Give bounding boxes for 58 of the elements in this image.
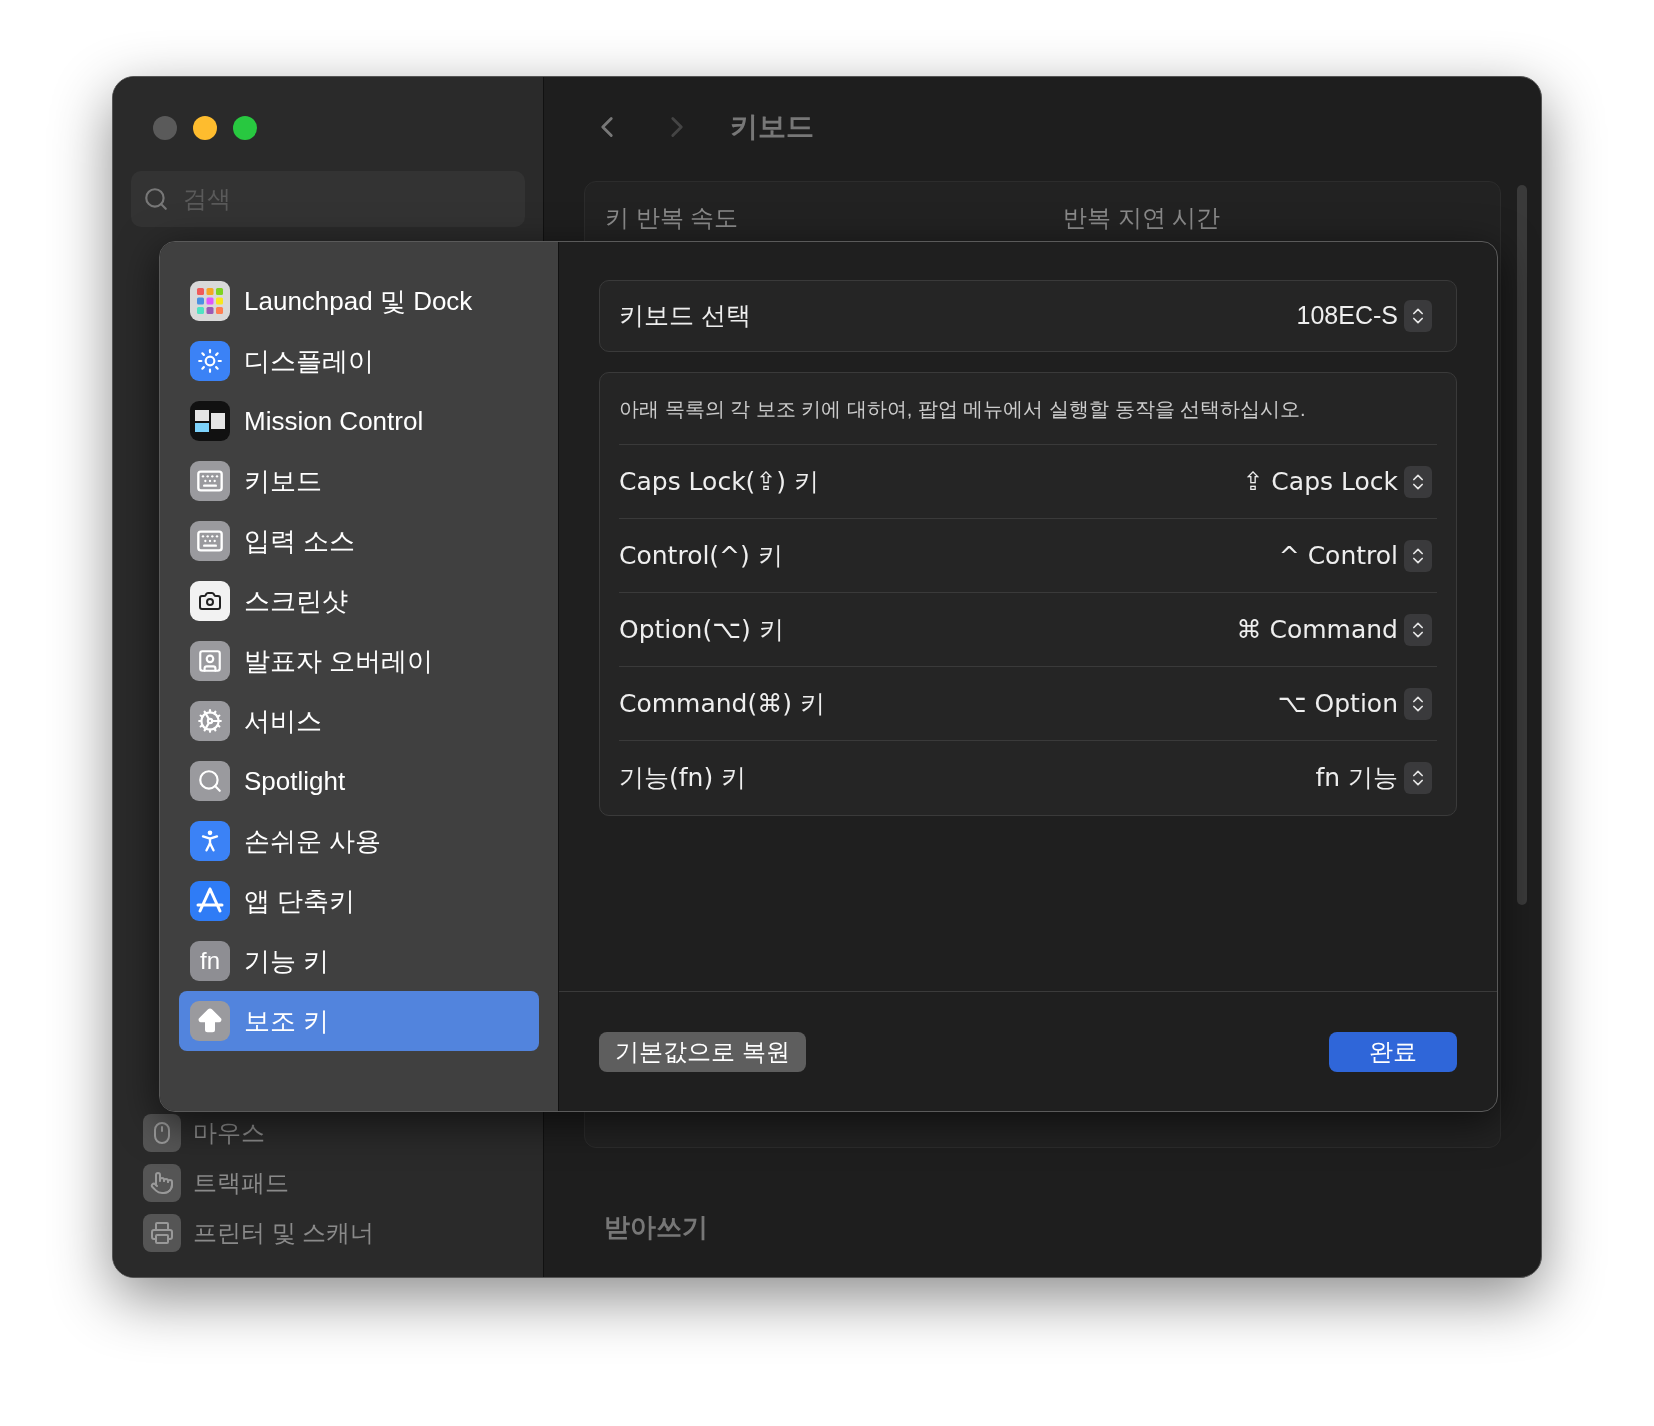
modifier-popup[interactable]: ^ Control — [1278, 536, 1432, 575]
modifier-popup[interactable]: ⌥ Option — [1277, 684, 1432, 723]
restore-defaults-button[interactable]: 기본값으로 복원 — [599, 1031, 806, 1072]
category-item[interactable]: fn 기능 키 — [179, 931, 539, 991]
camera-icon — [190, 581, 230, 621]
category-item[interactable]: 앱 단축키 — [179, 871, 539, 931]
category-item[interactable]: Spotlight — [179, 751, 539, 811]
item-label: 프린터 및 스캐너 — [193, 1218, 375, 1248]
search-icon — [143, 186, 169, 212]
accessibility-icon — [190, 821, 230, 861]
category-item[interactable]: 발표자 오버레이 — [179, 631, 539, 691]
stepper-icon — [1404, 762, 1432, 794]
stepper-icon — [1404, 539, 1432, 572]
section-title: 받아쓰기 — [604, 1211, 709, 1244]
category-item[interactable]: 보조 키 — [179, 991, 539, 1051]
row-label: Option(⌥) 키 — [619, 613, 784, 646]
description: 아래 목록의 각 보조 키에 대하여, 팝업 메뉴에서 실행할 동작을 선택하십시오. — [619, 373, 1437, 445]
stepper-icon — [1404, 300, 1432, 332]
category-item[interactable]: 서비스 — [179, 691, 539, 751]
device-icon — [143, 1114, 181, 1152]
done-button[interactable]: 완료 — [1329, 1031, 1457, 1072]
modifier-popup[interactable]: fn 기능 — [1315, 759, 1432, 797]
sun-icon — [190, 341, 230, 381]
setting-label: 키 반복 속도 — [605, 203, 740, 233]
device-icon — [143, 1214, 181, 1252]
category-item[interactable]: 디스플레이 — [179, 331, 539, 391]
keyboard-popup[interactable]: 108EC-S — [1296, 297, 1432, 335]
modifier-popup[interactable]: ⌘ Command — [1236, 610, 1432, 649]
row-label: Control(^) 키 — [619, 539, 783, 572]
device-icon — [143, 1164, 181, 1202]
zoom-button[interactable] — [233, 116, 257, 140]
stepper-icon — [1404, 613, 1432, 646]
row-label: Command(⌘) 키 — [619, 687, 825, 720]
category-item[interactable]: Launchpad 및 Dock — [179, 271, 539, 331]
keyboard-icon — [190, 461, 230, 501]
item-label: 마우스 — [193, 1118, 265, 1148]
modifier-popup[interactable]: ⇪ Caps Lock — [1242, 462, 1432, 501]
row-label: 키보드 선택 — [619, 300, 751, 332]
keyboard-icon — [190, 521, 230, 561]
category-item[interactable]: 입력 소스 — [179, 511, 539, 571]
setting-label: 반복 지연 시간 — [1063, 203, 1221, 233]
category-item[interactable]: 스크린샷 — [179, 571, 539, 631]
row-label: 기능(fn) 키 — [619, 762, 747, 795]
category-item[interactable]: Mission Control — [179, 391, 539, 451]
item-label: 트랙패드 — [193, 1168, 289, 1198]
scrollbar[interactable] — [1517, 185, 1527, 905]
row-label: Caps Lock(⇪) 키 — [619, 465, 820, 498]
stepper-icon — [1404, 465, 1432, 498]
grid-icon — [190, 281, 230, 321]
minimize-button[interactable] — [193, 116, 217, 140]
stepper-icon — [1404, 687, 1432, 720]
windows-icon — [190, 401, 230, 441]
search-icon — [190, 761, 230, 801]
person-icon — [190, 641, 230, 681]
category-item[interactable]: 손쉬운 사용 — [179, 811, 539, 871]
category-item[interactable]: 키보드 — [179, 451, 539, 511]
window-title: 키보드 — [730, 110, 814, 144]
key-tile: fn — [190, 941, 230, 981]
